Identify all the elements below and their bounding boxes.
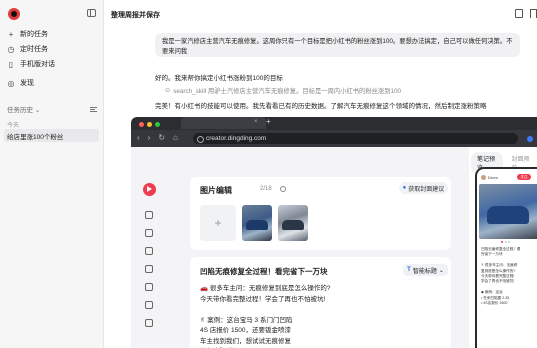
site-logo-icon[interactable] (143, 183, 156, 196)
edit-icon[interactable] (515, 9, 523, 18)
nav-mobile-chat[interactable]: ▯ 手机版对话 (7, 58, 55, 70)
back-icon[interactable]: ‹ (137, 133, 140, 142)
extension-icon[interactable] (527, 136, 533, 142)
chevron-down-icon: ⌄ (34, 107, 41, 114)
nav-new-task[interactable]: + 新的任务 (7, 28, 48, 40)
carousel-dots (501, 241, 510, 243)
follow-button: 关注 (517, 174, 531, 180)
reload-icon[interactable]: ↻ (158, 133, 165, 142)
messages-nav-icon[interactable] (145, 247, 153, 255)
people-nav-icon[interactable] (145, 283, 153, 291)
nav-new-task-label: 新的任务 (20, 31, 48, 38)
author-name: Drum (488, 175, 498, 180)
post-title[interactable]: 凹陷无痕修复全过程！看完省下一万块 (200, 266, 328, 277)
image-editor-title: 图片编辑 (200, 186, 232, 195)
compass-icon: ◎ (7, 78, 15, 88)
close-dot[interactable] (139, 122, 144, 127)
assistant-status: 完美！有小红书的技能可以使用。我先看看已有的历史数据。了解汽车无痕修复这个领域的… (155, 103, 487, 110)
sidebar: + 新的任务 ◷ 定时任务 ▯ 手机版对话 ◎ 发现 任务历史 ⌄ 今天 给店里… (0, 0, 104, 348)
tool-call-text: search_skill 用驴士汽修店主营汽车无痕修复。目标是一周内小红书的粉丝… (173, 88, 402, 95)
address-bar[interactable]: creator.dingding.com (193, 133, 518, 144)
history-item[interactable]: 给店里涨100个粉丝 (4, 129, 99, 142)
window-controls (139, 122, 160, 127)
plus-icon: + (8, 29, 14, 39)
smart-title-button[interactable]: T 智能标题 ⌄ (403, 264, 448, 276)
smart-title-label: 智能标题 (412, 268, 437, 275)
car-image-thumbnail[interactable] (278, 205, 308, 241)
post-editor-card: 凹陷无痕修复全过程！看完省下一万块 T 智能标题 ⌄ 🚗 很多车主问：无痕修复到… (190, 257, 451, 348)
forward-icon[interactable]: › (148, 133, 151, 142)
nav-scheduled-tasks[interactable]: ◷ 定时任务 (7, 43, 49, 55)
chevron-down-icon: ⌄ (438, 267, 444, 274)
maximize-dot[interactable] (155, 122, 160, 127)
cover-suggestion-button[interactable]: ● 获取封面建议 (399, 182, 448, 194)
location-icon: ● (402, 185, 407, 191)
tool-call-line[interactable]: ⊙ search_skill 用驴士汽修店主营汽车无痕修复。目标是一周内小红书的… (165, 86, 401, 95)
sidebar-collapse-icon[interactable] (87, 9, 96, 17)
left-rail (131, 147, 169, 348)
smart-title-icon: T (407, 267, 411, 273)
panel-icon[interactable] (530, 9, 537, 18)
cover-suggestion-label: 获取封面建议 (408, 186, 445, 193)
preview-image (479, 184, 537, 239)
home-icon[interactable]: ⌂ (173, 133, 178, 142)
settings-nav-icon[interactable] (145, 319, 153, 327)
browser-nav: ‹ › ↻ ⌂ (137, 133, 178, 142)
filter-icon[interactable] (90, 106, 97, 112)
app-logo (8, 8, 20, 20)
minimize-dot[interactable] (147, 122, 152, 127)
assistant-reply: 好的。我来帮你搞定小红书涨粉到100的目标 (155, 75, 283, 82)
search-icon: ⊙ (165, 87, 171, 94)
history-header: 任务历史 ⌄ (7, 104, 97, 114)
clock-icon: ◷ (7, 44, 15, 54)
history-date-group: 今天 (7, 123, 20, 129)
tab-close-icon[interactable]: × (254, 119, 258, 125)
nav-scheduled-tasks-label: 定时任务 (20, 46, 48, 53)
nav-discover[interactable]: ◎ 发现 (7, 77, 35, 89)
post-author: Drum (481, 175, 498, 180)
browser-window: × + ‹ › ↻ ⌂ creator.dingding.com 图片编辑 2/… (131, 117, 537, 348)
nav-discover-label: 发现 (20, 80, 34, 87)
info-icon[interactable] (280, 186, 286, 192)
phone-mockup: Drum 关注 凹陷无痕修复全过程！看 完省下一万块 ✌ 很多车主问：无痕修 复… (475, 167, 537, 348)
home-nav-icon[interactable] (145, 211, 153, 219)
user-message: 我是一家汽修店主营汽车无痕修复。这周你只有一个目标是把小红书的粉丝涨到100。要… (155, 33, 520, 57)
avatar (481, 175, 486, 180)
add-image-button[interactable]: + (200, 205, 236, 241)
preview-panel: 笔记预览 封面预览 Drum 关注 凹陷无痕修复全过程！看 完省下一万块 ✌ 很… (469, 147, 537, 348)
car-image-thumbnail[interactable] (242, 205, 272, 241)
phone-icon: ▯ (8, 59, 14, 69)
preview-text: 凹陷无痕修复全过程！看 完省下一万块 ✌ 很多车主问：无痕修 复到底是怎么操作的… (481, 247, 521, 306)
flag-nav-icon[interactable] (145, 265, 153, 273)
image-editor-card: 图片编辑 2/18 ● 获取封面建议 + (190, 177, 451, 250)
history-toggle[interactable]: 任务历史 ⌄ (7, 104, 40, 114)
page-title: 整理周报并保存 (111, 12, 160, 19)
data-nav-icon[interactable] (145, 301, 153, 309)
browser-toolbar: ‹ › ↻ ⌂ creator.dingding.com (131, 130, 537, 147)
notes-nav-icon[interactable] (145, 229, 153, 237)
new-tab-icon[interactable]: + (266, 117, 271, 126)
nav-mobile-chat-label: 手机版对话 (20, 61, 55, 68)
web-page: 图片编辑 2/18 ● 获取封面建议 + 凹陷无痕修复全过程！看完省下一万块 T… (131, 147, 537, 348)
image-count: 2/18 (260, 186, 272, 192)
post-body[interactable]: 🚗 很多车主问：无痕修复到底是怎么操作的? 今天带你看完整过程！学会了再也不怕被… (200, 284, 331, 348)
